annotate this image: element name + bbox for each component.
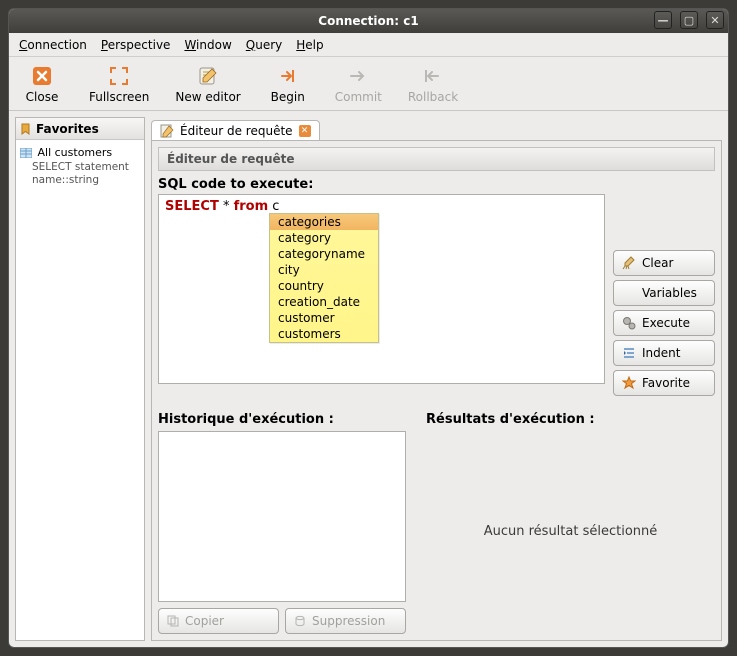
copy-button: Copier bbox=[158, 608, 279, 634]
autocomplete-item[interactable]: categoryname bbox=[270, 246, 378, 262]
menu-connection[interactable]: Connection bbox=[19, 38, 87, 52]
editor-icon bbox=[160, 124, 174, 138]
copy-icon bbox=[167, 615, 179, 627]
favorite-label: Favorite bbox=[642, 376, 690, 390]
toolbar: Close Fullscreen New editor Begin bbox=[9, 57, 728, 111]
variables-button[interactable]: Variables bbox=[613, 280, 715, 306]
toolbar-begin[interactable]: Begin bbox=[263, 64, 313, 104]
window-title: Connection: c1 bbox=[9, 14, 728, 28]
toolbar-rollback-label: Rollback bbox=[408, 90, 458, 104]
table-icon bbox=[20, 148, 32, 158]
menu-perspective[interactable]: Perspective bbox=[101, 38, 171, 52]
star-icon bbox=[622, 376, 636, 390]
clear-label: Clear bbox=[642, 256, 673, 270]
maximize-button[interactable]: ▢ bbox=[680, 11, 698, 29]
close-window-button[interactable]: ✕ bbox=[706, 11, 724, 29]
begin-icon bbox=[276, 64, 300, 88]
sql-label: SQL code to execute: bbox=[158, 177, 715, 192]
close-icon bbox=[30, 64, 54, 88]
indent-button[interactable]: Indent bbox=[613, 340, 715, 366]
favorites-title: Favorites bbox=[36, 122, 99, 136]
menu-window[interactable]: Window bbox=[184, 38, 231, 52]
rollback-icon bbox=[421, 64, 445, 88]
favorite-item[interactable]: All customers bbox=[18, 144, 142, 161]
delete-label: Suppression bbox=[312, 614, 385, 628]
autocomplete-popup: categories category categoryname city co… bbox=[269, 213, 379, 343]
variables-label: Variables bbox=[642, 286, 697, 300]
history-list[interactable] bbox=[158, 431, 406, 602]
tab-close-button[interactable]: ✕ bbox=[299, 125, 311, 137]
toolbar-close[interactable]: Close bbox=[17, 64, 67, 104]
favorites-header: Favorites bbox=[16, 118, 144, 140]
toolbar-rollback: Rollback bbox=[404, 64, 462, 104]
toolbar-neweditor-label: New editor bbox=[175, 90, 240, 104]
menubar: Connection Perspective Window Query Help bbox=[9, 33, 728, 57]
commit-icon bbox=[346, 64, 370, 88]
sql-keyword-from: from bbox=[234, 199, 269, 214]
new-editor-icon bbox=[196, 64, 220, 88]
autocomplete-item[interactable]: categories bbox=[270, 214, 378, 230]
gears-icon bbox=[622, 316, 636, 330]
toolbar-begin-label: Begin bbox=[271, 90, 305, 104]
autocomplete-item[interactable]: customers bbox=[270, 326, 378, 342]
sql-text-tail: c bbox=[268, 199, 279, 214]
app-window: Connection: c1 — ▢ ✕ Connection Perspect… bbox=[8, 8, 729, 648]
toolbar-commit-label: Commit bbox=[335, 90, 382, 104]
autocomplete-item[interactable]: city bbox=[270, 262, 378, 278]
tab-label: Éditeur de requête bbox=[180, 124, 293, 138]
history-label: Historique d'exécution : bbox=[158, 412, 406, 427]
bookmark-icon bbox=[20, 123, 32, 135]
database-icon bbox=[294, 615, 306, 627]
broom-icon bbox=[622, 256, 636, 270]
menu-help[interactable]: Help bbox=[296, 38, 323, 52]
sql-input[interactable]: SELECT * from c categories category cate… bbox=[158, 194, 605, 384]
editor-header: Éditeur de requête bbox=[158, 147, 715, 171]
minimize-button[interactable]: — bbox=[654, 11, 672, 29]
execute-label: Execute bbox=[642, 316, 690, 330]
favorites-sidebar: Favorites All customers SELECT statement… bbox=[15, 117, 145, 641]
delete-button: Suppression bbox=[285, 608, 406, 634]
toolbar-commit: Commit bbox=[331, 64, 386, 104]
fullscreen-icon bbox=[107, 64, 131, 88]
favorite-item-label: All customers bbox=[38, 146, 113, 159]
indent-icon bbox=[622, 346, 636, 360]
sql-keyword-select: SELECT bbox=[165, 199, 219, 214]
menu-query[interactable]: Query bbox=[246, 38, 282, 52]
sql-text-starfrom: * bbox=[219, 199, 234, 214]
indent-label: Indent bbox=[642, 346, 680, 360]
toolbar-fullscreen-label: Fullscreen bbox=[89, 90, 149, 104]
results-label: Résultats d'exécution : bbox=[426, 412, 715, 427]
clear-button[interactable]: Clear bbox=[613, 250, 715, 276]
favorite-item-sub: SELECT statement name::string bbox=[18, 161, 142, 187]
autocomplete-item[interactable]: category bbox=[270, 230, 378, 246]
copy-label: Copier bbox=[185, 614, 224, 628]
toolbar-fullscreen[interactable]: Fullscreen bbox=[85, 64, 153, 104]
toolbar-new-editor[interactable]: New editor bbox=[171, 64, 244, 104]
autocomplete-item[interactable]: country bbox=[270, 278, 378, 294]
toolbar-close-label: Close bbox=[26, 90, 59, 104]
titlebar: Connection: c1 — ▢ ✕ bbox=[9, 9, 728, 33]
tab-editor[interactable]: Éditeur de requête ✕ bbox=[151, 120, 320, 141]
favorite-button[interactable]: Favorite bbox=[613, 370, 715, 396]
autocomplete-item[interactable]: creation_date bbox=[270, 294, 378, 310]
execute-button[interactable]: Execute bbox=[613, 310, 715, 336]
no-result-text: Aucun résultat sélectionné bbox=[426, 429, 715, 634]
autocomplete-item[interactable]: customer bbox=[270, 310, 378, 326]
